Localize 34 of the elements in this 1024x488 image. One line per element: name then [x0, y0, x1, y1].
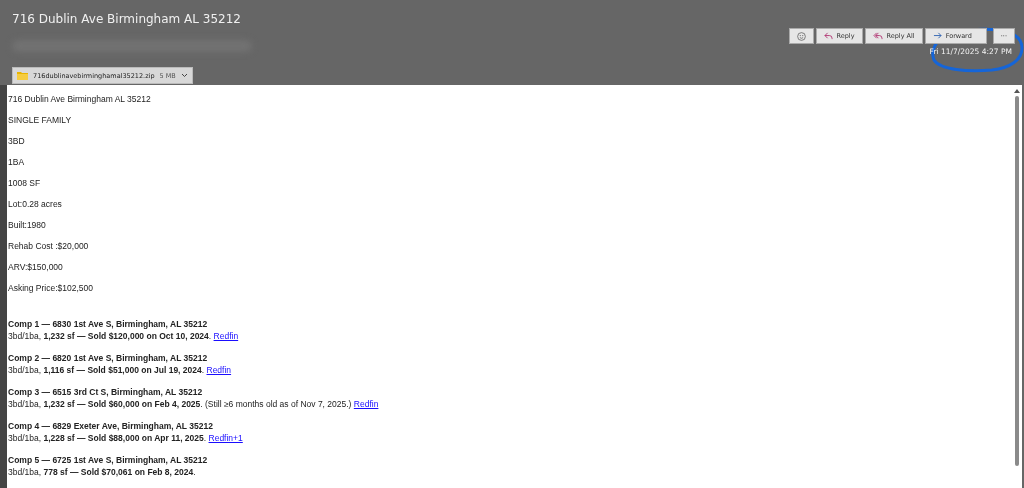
reply-all-icon: [872, 32, 883, 40]
body-text: Lot:0.28 acres: [8, 198, 63, 210]
body-text: Asking Price:$102,500: [8, 282, 95, 294]
comp-detail: 3bd/1ba, 778 sf — Sold $70,061 on Feb 8, 2024.: [8, 466, 197, 478]
reply-icon: [823, 32, 833, 40]
body-text: 1008 SF: [8, 177, 42, 189]
smiley-icon: [796, 31, 806, 41]
comp-heading: Comp 3 — 6515 3rd Ct S, Birmingham, AL 35212: [8, 386, 204, 398]
scroll-up-icon[interactable]: [1014, 89, 1020, 93]
comp-heading: Comp 5 — 6725 1st Ave S, Birmingham, AL 35212: [8, 454, 209, 466]
body-text: 716 Dublin Ave Birmingham AL 35212: [8, 93, 152, 105]
comp-heading: Comp 4 — 6829 Exeter Ave, Birmingham, AL 35212: [8, 420, 214, 432]
email-subject: 716 Dublin Ave Birmingham AL 35212: [12, 12, 242, 26]
redfin-link[interactable]: Redfin+1: [208, 433, 243, 443]
scrollbar-thumb[interactable]: [1015, 96, 1019, 466]
chevron-down-icon[interactable]: [180, 73, 188, 78]
redfin-link[interactable]: Redfin: [213, 331, 239, 341]
redfin-link[interactable]: Redfin: [353, 399, 379, 409]
body-text: 1BA: [8, 156, 26, 168]
forward-icon: [932, 32, 942, 40]
comp-detail: 3bd/1ba, 1,232 sf — Sold $60,000 on Feb 4, 2025. (Still ≥6 months old as of Nov 7, 2025.) Redfin: [8, 398, 380, 410]
comp-heading: Comp 2 — 6820 1st Ave S, Birmingham, AL 35212: [8, 352, 209, 364]
body-text: Rehab Cost :$20,000: [8, 240, 90, 252]
comp-detail: 3bd/1ba, 1,232 sf — Sold $120,000 on Oct 10, 2024. Redfin: [8, 330, 240, 342]
comp-detail: 3bd/1ba, 1,228 sf — Sold $88,000 on Apr 11, 2025. Redfin+1: [8, 432, 244, 444]
comp-heading: Comp 1 — 6830 1st Ave S, Birmingham, AL 35212: [8, 318, 209, 330]
comp-detail: 3bd/1ba, 1,116 sf — Sold $51,000 on Jul 19, 2024. Redfin: [8, 364, 233, 376]
redfin-link[interactable]: Redfin: [206, 365, 232, 375]
body-text: Built:1980: [8, 219, 47, 231]
body-text: 3BD: [8, 135, 26, 147]
body-text: SINGLE FAMILY: [8, 114, 73, 126]
body-text: ARV:$150,000: [8, 261, 64, 273]
emoji-button[interactable]: [788, 28, 814, 44]
folder-icon: [17, 71, 28, 80]
